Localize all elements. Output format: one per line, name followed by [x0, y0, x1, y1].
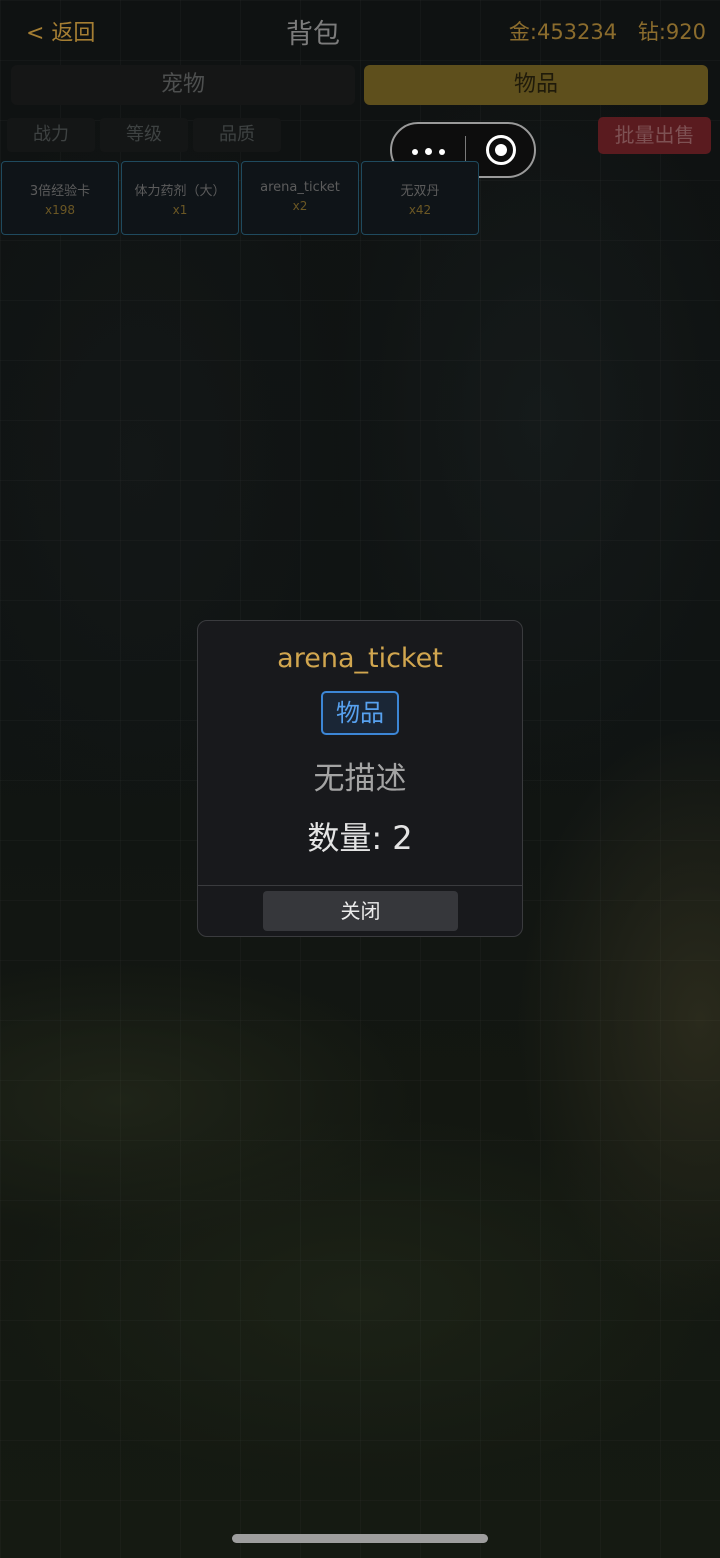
- close-button[interactable]: 关闭: [263, 891, 458, 931]
- sort-by-level-button[interactable]: 等级: [100, 118, 188, 152]
- diamond-amount: 钻:920: [637, 20, 706, 44]
- dialog-item-name: arena_ticket: [277, 643, 443, 674]
- item-detail-dialog: arena_ticket 物品 无描述 数量: 2 关闭: [197, 620, 523, 937]
- item-quantity: x198: [44, 203, 75, 217]
- item-quantity: x2: [292, 199, 308, 213]
- bulk-sell-button[interactable]: 批量出售: [598, 117, 711, 154]
- home-indicator[interactable]: [232, 1534, 488, 1543]
- inventory-slot[interactable]: 体力药剂（大） x1: [121, 161, 239, 235]
- item-quantity: x1: [172, 203, 188, 217]
- top-bar: < 返回 背包 金:453234 钻:920: [0, 0, 720, 58]
- quantity-value: 2: [392, 819, 413, 857]
- item-quantity: x42: [408, 203, 432, 217]
- item-name: arena_ticket: [260, 180, 340, 195]
- close-miniprogram-icon[interactable]: [486, 135, 516, 165]
- sort-by-quality-button[interactable]: 品质: [193, 118, 281, 152]
- item-name: 无双丹: [400, 184, 440, 199]
- inventory-slot[interactable]: arena_ticket x2: [241, 161, 359, 235]
- item-quantity-line: 数量: 2: [198, 813, 522, 859]
- dialog-divider: [198, 885, 522, 886]
- inventory-slot[interactable]: 无双丹 x42: [361, 161, 479, 235]
- item-name: 体力药剂（大）: [134, 184, 226, 199]
- item-type-badge: 物品: [321, 691, 399, 735]
- tab-items[interactable]: 物品: [364, 65, 708, 105]
- gold-amount: 金:453234: [508, 20, 618, 44]
- item-name: 3倍经验卡: [29, 184, 91, 199]
- quantity-label: 数量:: [307, 819, 383, 857]
- inventory-slot[interactable]: 3倍经验卡 x198: [1, 161, 119, 235]
- tab-pets[interactable]: 宠物: [11, 65, 355, 105]
- currency-display: 金:453234 钻:920: [509, 16, 706, 46]
- sort-by-power-button[interactable]: 战力: [7, 118, 95, 152]
- item-description: 无描述: [313, 761, 407, 797]
